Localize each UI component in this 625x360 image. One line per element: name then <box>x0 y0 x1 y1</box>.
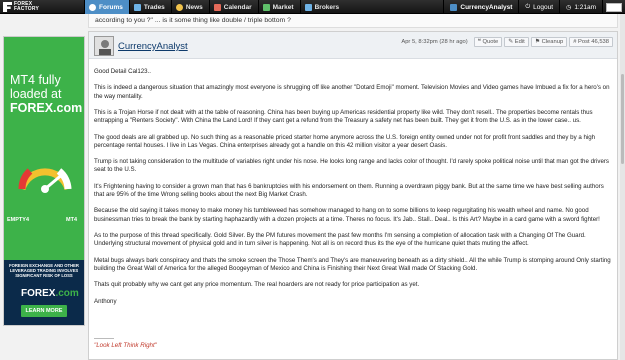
avatar-image-icon <box>95 37 113 55</box>
post-paragraph: The good deals are all grabbed up. No su… <box>94 133 596 149</box>
post-author-link[interactable]: CurrencyAnalyst <box>118 41 188 52</box>
logo-mark-icon <box>3 2 12 12</box>
edit-label: Edit <box>514 39 525 45</box>
signature-divider <box>94 338 114 339</box>
quote-button[interactable]: ❝ Quote <box>473 37 503 47</box>
nav-brokers[interactable]: Brokers <box>299 0 346 14</box>
cleanup-button[interactable]: ⚑ Cleanup <box>530 37 568 47</box>
logout-icon: ⏻ <box>525 3 531 10</box>
user-name: CurrencyAnalyst <box>460 3 513 11</box>
post-paragraph: Anthony <box>94 297 117 305</box>
site-logo[interactable]: FOREX FACTORY <box>3 1 39 13</box>
ad-logo: FOREX.com <box>21 288 79 299</box>
nav-market[interactable]: Market <box>257 0 300 14</box>
post-link-icon: # <box>573 39 577 45</box>
nav-news[interactable]: News <box>170 0 209 14</box>
edit-icon: ✎ <box>508 39 514 45</box>
post-meta: Apr 5, 8:32pm (28 hr ago) ❝ Quote ✎ Edit… <box>401 37 613 47</box>
nav-trades-label: Trades <box>143 3 165 11</box>
nav-forums[interactable]: Forums <box>84 0 129 14</box>
main-nav: Forums Trades News Calendar Market Broke… <box>84 0 345 14</box>
search-input[interactable] <box>606 2 622 12</box>
ad-logo-suffix: .com <box>55 288 79 299</box>
post-paragraph: This is a Trojan Horse if not dealt with… <box>94 108 593 125</box>
cleanup-icon: ⚑ <box>534 39 540 45</box>
post-paragraph: It's Frightening having to consider a gr… <box>94 182 604 198</box>
post-number: Post 46,538 <box>578 39 609 45</box>
nav-calendar[interactable]: Calendar <box>208 0 258 14</box>
ad-risk-disclaimer: FOREIGN EXCHANGE AND OTHER LEVERAGED TRA… <box>9 263 79 278</box>
post-body: Good Detail Cal123.. This is indeed a da… <box>94 68 614 314</box>
nav-market-label: Market <box>272 3 294 11</box>
post-paragraph: Metal bugs always bark conspiracy and th… <box>94 256 611 272</box>
nav-brokers-label: Brokers <box>314 3 340 11</box>
post-paragraph: Thats quit probably why we cant get any … <box>94 281 420 289</box>
learn-more-button[interactable]: LEARN MORE <box>21 305 67 317</box>
clock-time: 1:21am <box>574 3 596 11</box>
forum-post: CurrencyAnalyst Apr 5, 8:32pm (28 hr ago… <box>88 31 618 360</box>
logo-line-2: FACTORY <box>14 6 40 12</box>
post-header: CurrencyAnalyst Apr 5, 8:32pm (28 hr ago… <box>89 32 617 59</box>
ad-headline-line-3: FOREX.com <box>10 101 83 115</box>
post-signature: "Look Left Think Right" <box>94 342 157 349</box>
scrollbar-thumb[interactable] <box>621 74 624 164</box>
nav-forums-label: Forums <box>99 3 123 11</box>
page-scrollbar[interactable] <box>620 14 625 360</box>
brokers-icon <box>304 3 312 11</box>
user-icon <box>450 3 458 11</box>
quote-label: Quote <box>482 39 499 45</box>
user-menu[interactable]: CurrencyAnalyst <box>443 0 518 14</box>
user-area: CurrencyAnalyst ⏻ Logout ◷ 1:21am <box>443 0 625 14</box>
market-icon <box>262 3 270 11</box>
search-box <box>602 0 625 14</box>
ad-empty-label: EMPTY4 <box>7 217 30 223</box>
post-paragraph: Good Detail Cal123.. <box>94 68 152 75</box>
previous-post-text: according to you ?" ... is it some thing… <box>88 14 618 28</box>
forum-icon <box>89 3 96 11</box>
post-paragraph: Because the old saying it takes money to… <box>94 207 600 223</box>
gauge-icon <box>18 168 72 193</box>
logout-link[interactable]: ⏻ Logout <box>518 0 559 14</box>
avatar[interactable] <box>94 36 114 56</box>
cleanup-label: Cleanup <box>541 39 564 45</box>
nav-news-label: News <box>185 3 203 11</box>
post-paragraph: This is indeed a dangerous situation tha… <box>94 84 610 100</box>
quote-icon: ❝ <box>477 39 481 45</box>
nav-trades[interactable]: Trades <box>128 0 171 14</box>
calendar-icon <box>213 3 221 11</box>
forex-com-ad[interactable]: MT4 fully loaded at FOREX.com EMPTY4 MT4… <box>3 36 85 326</box>
news-icon <box>175 3 183 11</box>
top-nav-bar: FOREX FACTORY Forums Trades News Calendar… <box>0 0 625 14</box>
post-time: Apr 5, 8:32pm (28 hr ago) <box>401 39 468 45</box>
post-paragraph: As to the purpose of this thread specifi… <box>94 231 586 248</box>
ad-headline-line-1: MT4 fully <box>10 73 61 87</box>
clock-icon: ◷ <box>566 4 572 11</box>
nav-calendar-label: Calendar <box>223 3 252 11</box>
edit-button[interactable]: ✎ Edit <box>504 37 529 47</box>
ad-mt4-label: MT4 <box>66 217 77 223</box>
clock[interactable]: ◷ 1:21am <box>559 0 602 14</box>
post-paragraph: Trump is not taking consideration to the… <box>94 158 609 174</box>
ad-logo-text: FOREX <box>21 288 56 299</box>
ad-headline-line-2: loaded at <box>10 87 62 101</box>
logout-label: Logout <box>533 3 554 11</box>
post-number-button[interactable]: # Post 46,538 <box>569 37 613 47</box>
trades-icon <box>133 3 141 11</box>
